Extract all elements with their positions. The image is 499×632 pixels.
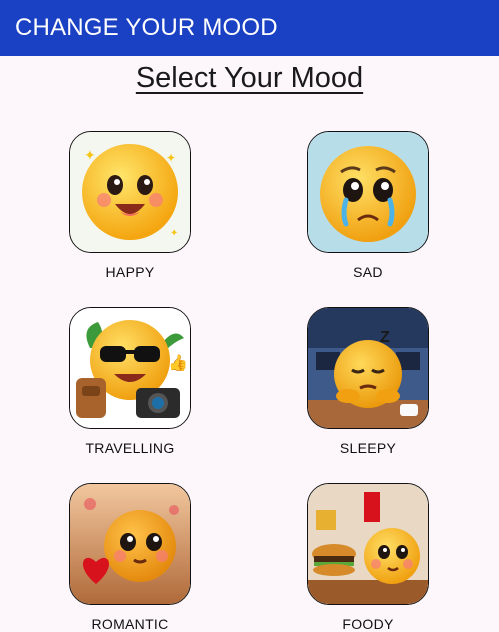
svg-text:✦: ✦ — [84, 147, 96, 163]
app-bar: CHANGE YOUR MOOD — [0, 0, 499, 56]
app-title: CHANGE YOUR MOOD — [15, 14, 278, 41]
svg-text:✦: ✦ — [170, 228, 178, 239]
svg-text:👍: 👍 — [168, 353, 188, 372]
mood-tile-romantic[interactable]: ROMANTIC — [40, 483, 220, 632]
mood-label-romantic: ROMANTIC — [91, 616, 169, 632]
mood-label-happy: HAPPY — [105, 264, 155, 280]
mood-tile-travelling[interactable]: 👍 TRAVELLING — [40, 307, 220, 477]
sleepy-emoji-icon[interactable]: Z — [307, 307, 429, 429]
mood-label-travelling: TRAVELLING — [85, 440, 175, 456]
mood-tile-sleepy[interactable]: Z SLEEPY — [278, 307, 458, 477]
travelling-emoji-icon[interactable]: 👍 — [69, 307, 191, 429]
mood-tile-happy[interactable]: ✦ ✦ ✦ HAPPY — [40, 131, 220, 301]
svg-text:Z: Z — [380, 329, 390, 346]
romantic-emoji-icon[interactable] — [69, 483, 191, 605]
mood-label-sleepy: SLEEPY — [339, 440, 397, 456]
mood-label-foody: FOODY — [342, 616, 394, 632]
happy-emoji-icon[interactable]: ✦ ✦ ✦ — [69, 131, 191, 253]
sad-emoji-icon[interactable] — [307, 131, 429, 253]
mood-label-sad: SAD — [353, 264, 383, 280]
mood-tile-foody[interactable]: FOODY — [278, 483, 458, 632]
foody-emoji-icon[interactable] — [307, 483, 429, 605]
svg-text:✦: ✦ — [166, 151, 176, 165]
page-title: Select Your Mood — [135, 62, 364, 94]
mood-tile-sad[interactable]: SAD — [278, 131, 458, 301]
